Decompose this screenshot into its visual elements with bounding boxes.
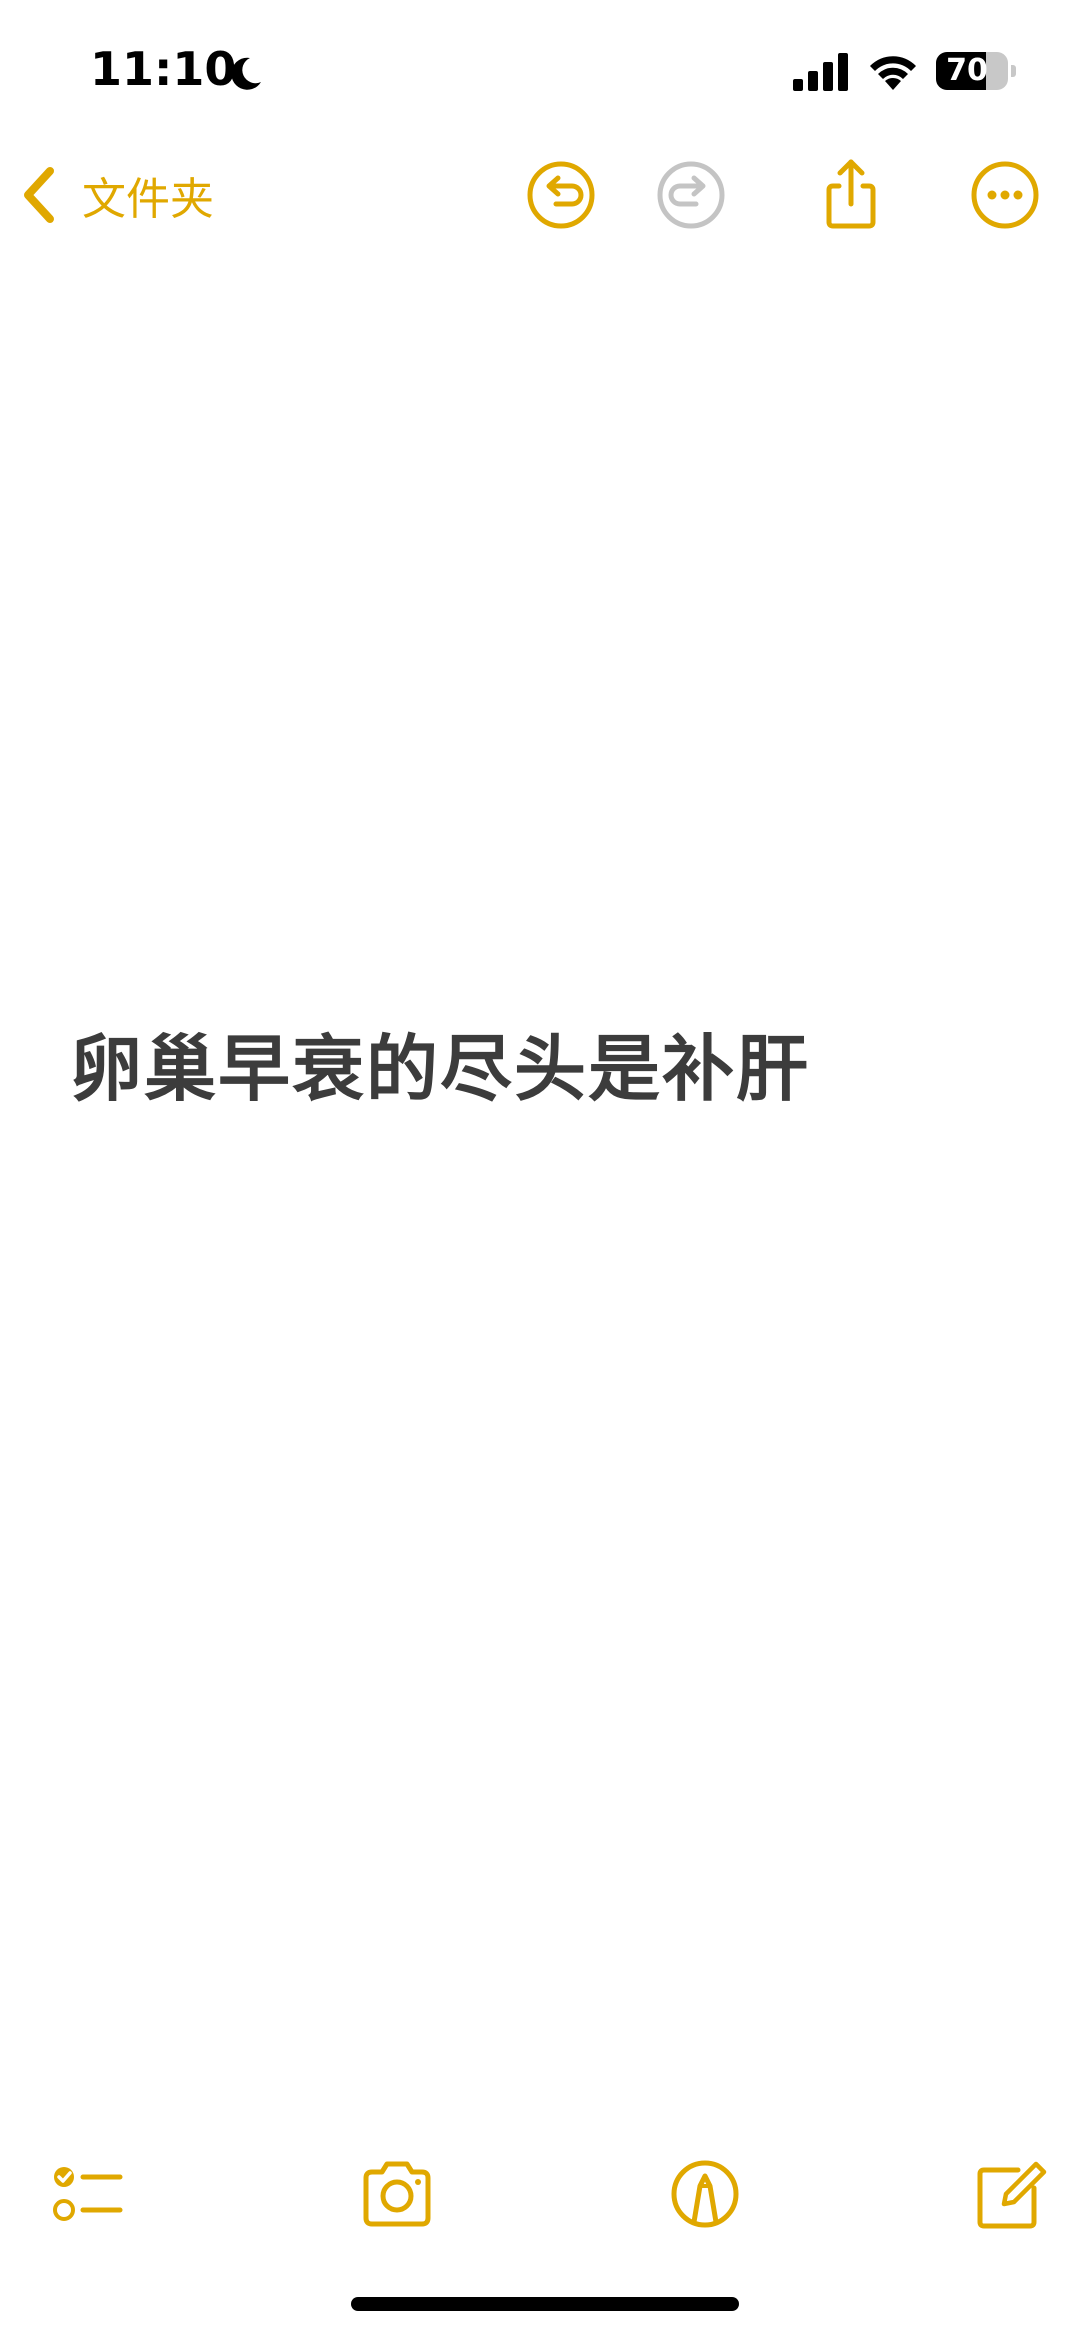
moon-icon (231, 57, 261, 90)
camera-icon[interactable] (352, 2148, 442, 2238)
bottom-toolbar (0, 2140, 1080, 2250)
notes-screen: 11:10 70 文件夹 卵巢早衰的尽头是补肝 (0, 0, 1080, 2337)
redo-icon[interactable] (648, 152, 734, 238)
battery-body: 70 (936, 52, 1008, 90)
back-to-folders-button[interactable]: 文件夹 (20, 158, 214, 232)
note-body[interactable]: 卵巢早衰的尽头是补肝 (70, 1010, 1010, 1115)
nav-bar: 文件夹 (0, 140, 1080, 250)
home-indicator[interactable] (351, 2297, 739, 2311)
cellular-signal-icon (793, 53, 848, 91)
status-time: 11:10 (90, 42, 237, 96)
chevron-left-icon (24, 167, 54, 223)
undo-icon[interactable] (518, 152, 604, 238)
battery-indicator: 70 (936, 52, 1016, 90)
wifi-icon (870, 56, 916, 90)
share-arrow-icon (837, 159, 865, 207)
compose-icon[interactable] (964, 2148, 1054, 2238)
note-title[interactable]: 卵巢早衰的尽头是补肝 (70, 1010, 1010, 1115)
back-label: 文件夹 (82, 174, 214, 225)
markup-icon[interactable] (660, 2148, 750, 2238)
status-bar: 11:10 70 (0, 0, 1080, 130)
checklist-icon[interactable] (40, 2148, 130, 2238)
battery-level: 70 (946, 53, 988, 88)
battery-cap (1011, 65, 1016, 77)
more-icon[interactable] (962, 152, 1048, 238)
